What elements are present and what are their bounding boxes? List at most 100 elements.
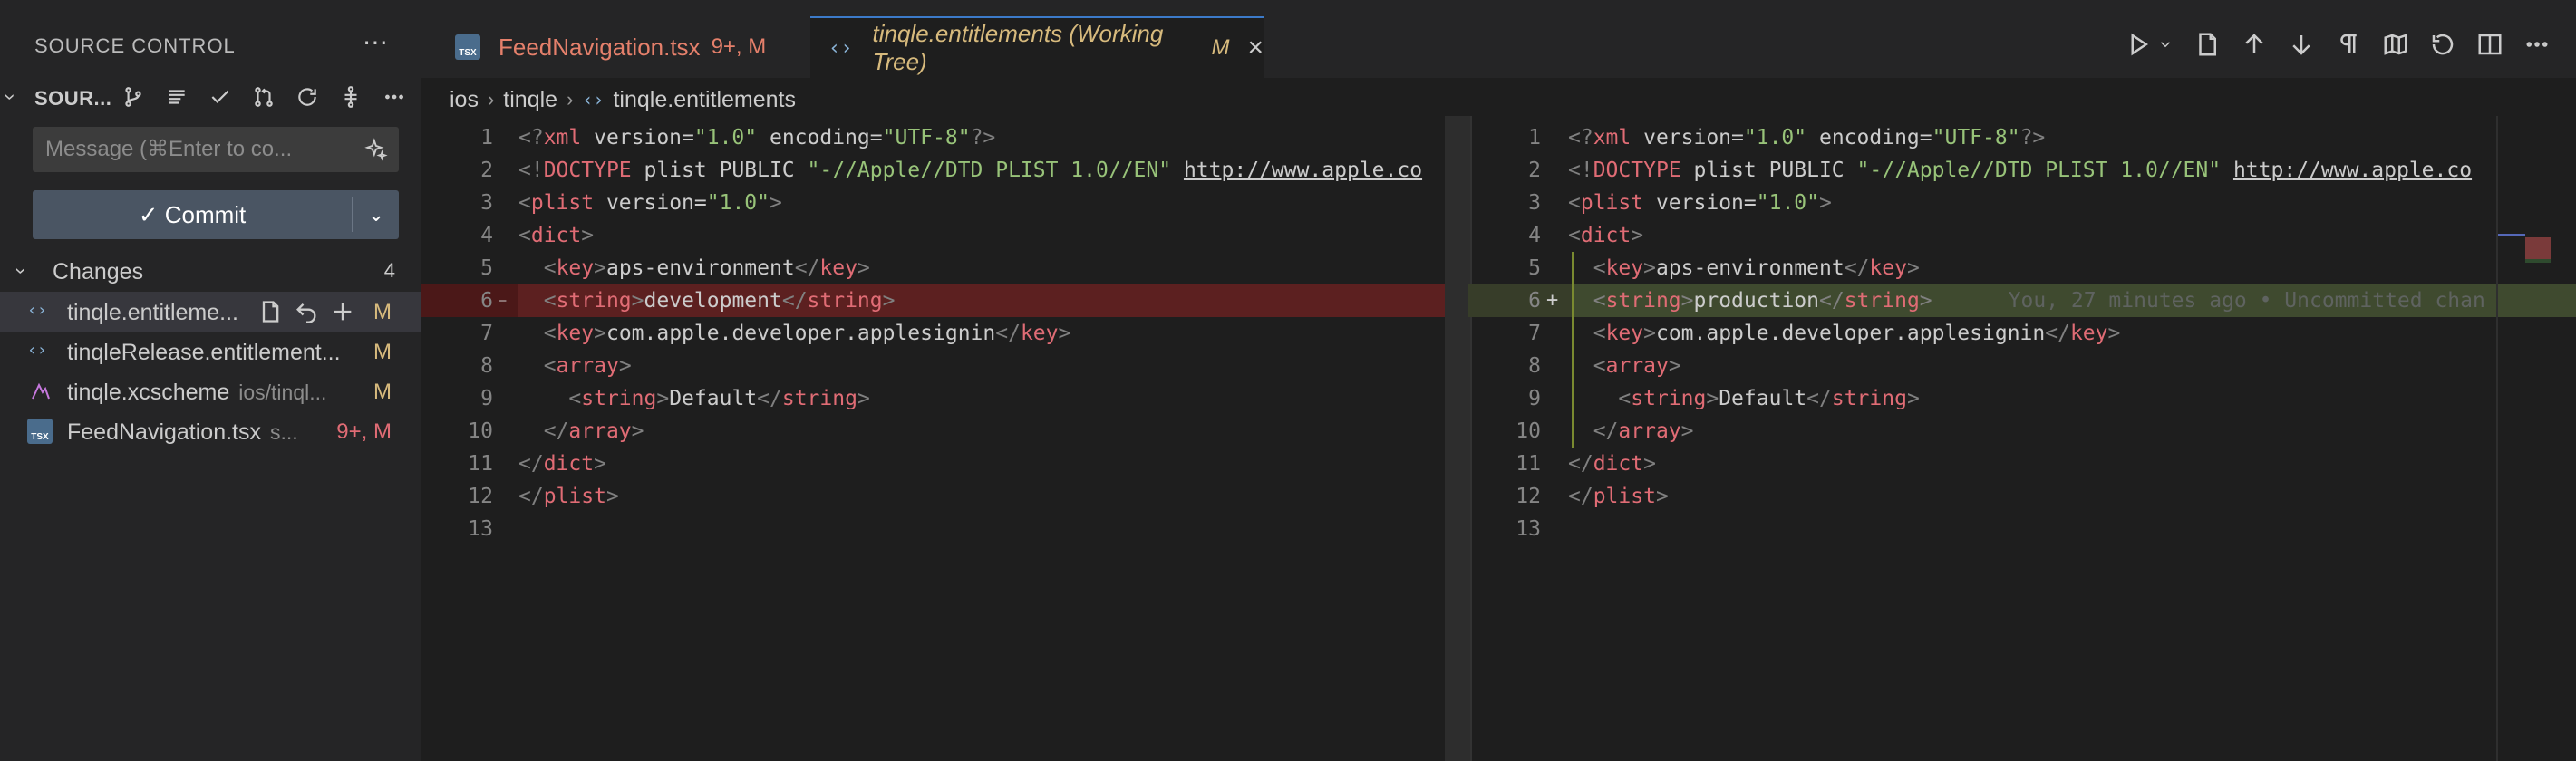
modified-range-guide [1572,252,1574,448]
split-editor-icon[interactable] [2476,31,2503,58]
code-line[interactable]: 7 <key>com.apple.developer.applesignin</… [421,317,1468,350]
open-file-icon[interactable] [257,299,283,324]
open-file-icon[interactable] [2193,31,2221,58]
chevron-down-icon[interactable]: › [0,93,23,100]
code-line[interactable]: 4 <dict> [1468,219,2576,252]
code-line[interactable]: 8 <array> [421,350,1468,382]
code-line[interactable]: 10 </array> [1468,415,2576,448]
ellipsis-icon[interactable] [2523,31,2551,58]
line-number: 5 [1528,256,1541,280]
branch-icon[interactable] [335,82,366,112]
code-line[interactable]: 9 <string>Default</string> [421,382,1468,415]
code-line[interactable]: 11 </dict> [1468,448,2576,480]
revert-icon[interactable] [2429,31,2456,58]
arrow-down-icon[interactable] [2288,31,2315,58]
close-icon[interactable]: × [1247,33,1264,63]
stage-plus-icon[interactable] [330,299,355,324]
code-text: <string>Default</string> [1618,387,1920,410]
changes-group-header[interactable]: › Changes 4 [11,257,399,288]
ellipsis-icon[interactable] [379,82,410,112]
file-name: tinqle.xcscheme ios/tinql... [67,380,366,406]
tab-feednavigation[interactable]: TSX FeedNavigation.tsx 9+, M [437,16,810,78]
code-line[interactable]: 1 <?xml version="1.0" encoding="UTF-8"?> [421,121,1468,154]
commit-message-box[interactable] [33,127,399,172]
overview-ruler[interactable] [2496,116,2576,761]
map-icon[interactable] [2382,31,2409,58]
code-line[interactable]: 12 </plist> [421,480,1468,513]
code-line[interactable]: 1 <?xml version="1.0" encoding="UTF-8"?> [1468,121,2576,154]
breadcrumb-item[interactable]: ios [450,87,479,113]
xml-brackets-icon: ‹› [27,301,47,320]
repository-section-header[interactable]: › SOUR... [0,80,415,116]
commit-button[interactable]: ✓ Commit [33,197,353,232]
line-number: 1 [1528,126,1541,149]
code-line[interactable]: 3 <plist version="1.0"> [1468,187,2576,219]
pull-request-icon[interactable] [248,82,279,112]
code-text: <key>com.apple.developer.applesignin</ke… [1593,322,2121,345]
list-item[interactable]: tinqle.xcscheme ios/tinql... M [0,371,421,411]
diff-modified-pane[interactable]: 1 <?xml version="1.0" encoding="UTF-8"?> 2… [1468,116,2576,761]
line-number: 9 [1528,387,1541,410]
file-name-text: tinqle.xcscheme [67,380,230,405]
line-number: 3 [1528,191,1541,215]
line-number: 1 [480,126,493,149]
breadcrumb-item[interactable]: tinqle [503,87,557,113]
tab-entitlements-diff[interactable]: ‹› tinqle.entitlements (Working Tree) M … [810,16,1264,78]
code-line[interactable]: 4 <dict> [421,219,1468,252]
arrow-up-icon[interactable] [2241,31,2268,58]
scrollbar[interactable] [1445,116,1470,761]
chevron-down-icon[interactable]: › [10,267,34,274]
code-text: </array> [1593,419,1694,443]
code-text: <array> [1593,354,1681,378]
line-number: 5 [480,256,493,280]
graph-icon[interactable] [118,82,149,112]
code-line[interactable]: 8 <array> [1468,350,2576,382]
line-number: 11 [1516,452,1541,476]
code-line[interactable]: 5 <key>aps-environment</key> [1468,252,2576,284]
chevron-right-icon: › [487,88,495,111]
code-text: </plist> [518,485,619,508]
discard-changes-icon[interactable] [294,299,319,324]
code-line[interactable]: 9 <string>Default</string> [1468,382,2576,415]
code-line[interactable]: 2 <!DOCTYPE plist PUBLIC "-//Apple//DTD P… [421,154,1468,187]
code-line[interactable]: 13 [421,513,1468,545]
breadcrumb-item[interactable]: tinqle.entitlements [613,87,796,113]
commit-check-icon[interactable] [205,82,236,112]
commit-dropdown-chevron-icon[interactable]: ⌄ [353,190,399,239]
diff-original-pane[interactable]: 1 <?xml version="1.0" encoding="UTF-8"?> 2… [421,116,1468,761]
list-item[interactable]: ‹› tinqleRelease.entitlement... M [0,332,421,371]
editor-actions-toolbar [2125,31,2551,58]
line-number: 10 [468,419,493,443]
line-number: 7 [1528,322,1541,345]
run-icon[interactable] [2125,31,2152,58]
list-item[interactable]: TSX FeedNavigation.tsx s... 9+, M [0,411,421,451]
code-line[interactable]: 5 <key>aps-environment</key> [421,252,1468,284]
tab-status: 9+, M [711,34,767,59]
sparkle-icon[interactable] [364,138,388,161]
code-line[interactable]: 6 + <string>production</string> You, 27 mi… [1468,284,2576,317]
code-line[interactable]: 10 </array> [421,415,1468,448]
code-text: </array> [543,419,644,443]
overview-added-marker [2525,259,2551,263]
changes-label: Changes [53,259,144,284]
code-line[interactable]: 2 <!DOCTYPE plist PUBLIC "-//Apple//DTD P… [1468,154,2576,187]
pilcrow-icon[interactable] [2335,31,2362,58]
file-path: ios/tinql... [238,380,327,404]
code-text: </dict> [518,452,606,476]
code-text: <key>aps-environment</key> [1593,256,1920,280]
refresh-icon[interactable] [292,82,323,112]
commit-message-input[interactable] [45,127,353,172]
chevron-right-icon: › [567,88,574,111]
list-view-icon[interactable] [161,82,192,112]
code-line[interactable]: 6 — <string>development</string> [421,284,1468,317]
code-text: <?xml version="1.0" encoding="UTF-8"?> [518,126,996,149]
code-line[interactable]: 3 <plist version="1.0"> [421,187,1468,219]
code-line[interactable]: 11 </dict> [421,448,1468,480]
code-line[interactable]: 12 </plist> [1468,480,2576,513]
code-line[interactable]: 7 <key>com.apple.developer.applesignin</… [1468,317,2576,350]
list-item[interactable]: ‹› tinqle.entitleme... M [0,292,421,332]
code-line[interactable]: 13 [1468,513,2576,545]
line-number: 6 [480,289,493,313]
chevron-down-icon[interactable] [2157,31,2174,58]
more-actions-icon[interactable]: ⋯ [363,27,388,57]
